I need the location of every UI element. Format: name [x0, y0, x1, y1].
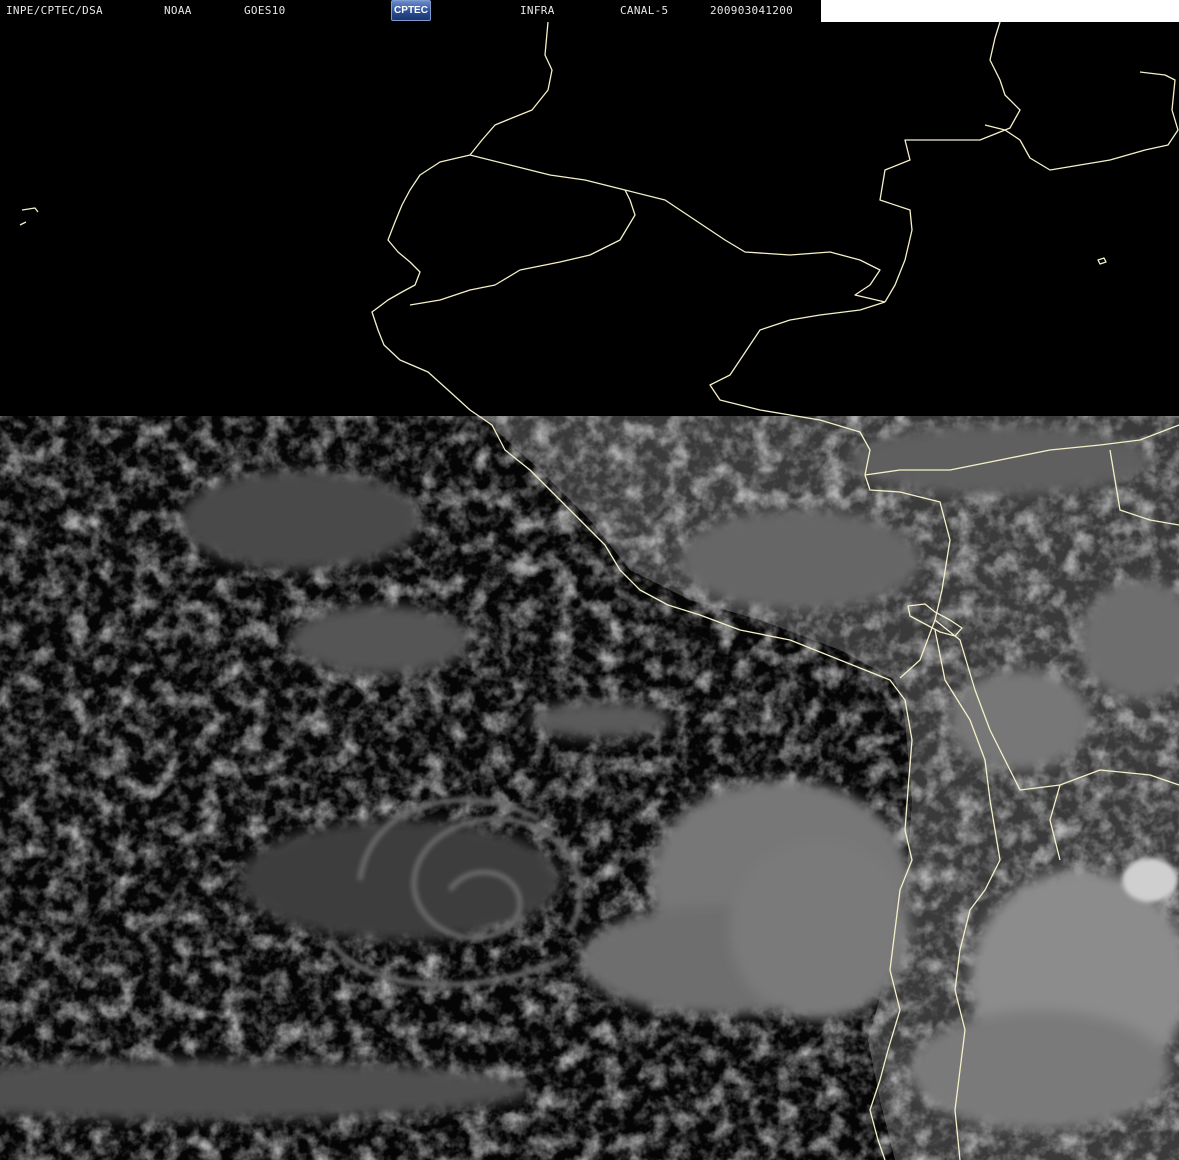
cptec-logo: CPTEC: [391, 0, 431, 21]
noaa-label: NOAA: [164, 4, 192, 17]
image-type-label: INFRA: [520, 4, 555, 17]
infrared-satellite-imagery: [0, 22, 1179, 1160]
bright-convective-cell: [1122, 858, 1178, 902]
cptec-logo-text: CPTEC: [394, 5, 428, 16]
galapagos-islands: [19, 207, 1107, 265]
timestamp-label: 200903041200: [710, 4, 794, 17]
border-peru-brazil: [879, 22, 1021, 303]
agency-label: INPE/CPTEC/DSA: [6, 4, 103, 17]
satellite-image-viewer: INPE/CPTEC/DSA NOAA GOES10 CPTEC INFRA C…: [0, 0, 1179, 1160]
cloud-data-region: [0, 416, 1179, 1160]
blank-header-panel: [821, 0, 1179, 22]
border-ecuador: [409, 189, 636, 306]
border-colombia-south: [469, 154, 886, 303]
image-header-bar: INPE/CPTEC/DSA NOAA GOES10 CPTEC INFRA C…: [0, 0, 1179, 22]
channel-label: CANAL-5: [620, 4, 669, 17]
satellite-label: GOES10: [244, 4, 286, 17]
